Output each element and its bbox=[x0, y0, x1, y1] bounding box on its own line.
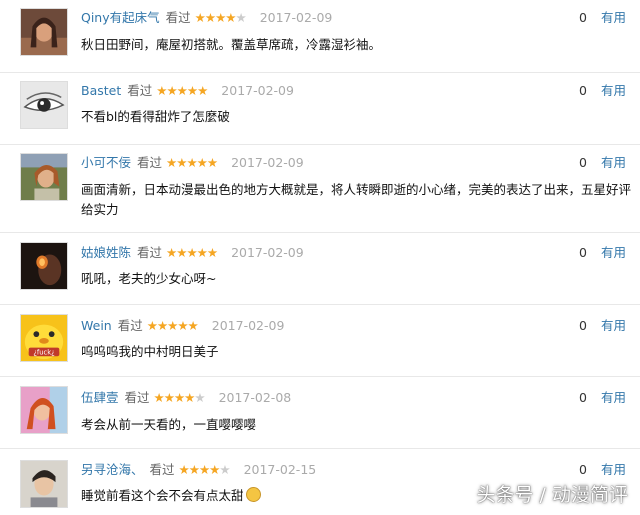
username-link[interactable]: Wein bbox=[81, 318, 112, 333]
avatar[interactable]: ¿fuck¿ bbox=[20, 314, 68, 362]
username-link[interactable]: 伍肆壹 bbox=[81, 390, 119, 405]
avatar[interactable] bbox=[20, 386, 68, 434]
comment-item: 姑娘姓陈 看过 ★★★★★ 2017-02-09 0 有用 吼吼，老夫的少女心呀~ bbox=[0, 232, 640, 305]
comment-date: 2017-02-09 bbox=[211, 318, 285, 333]
watched-label: 看过 bbox=[149, 462, 175, 477]
comment-meta: Bastet 看过 ★★★★★ 2017-02-09 bbox=[81, 82, 294, 100]
username-link[interactable]: 另寻沧海、 bbox=[81, 462, 144, 477]
vote-area: 0 有用 bbox=[579, 461, 626, 479]
vote-area: 0 有用 bbox=[579, 154, 626, 172]
comment-date: 2017-02-09 bbox=[231, 155, 304, 170]
vote-count: 0 bbox=[579, 155, 587, 170]
comment-text: 吼吼，老夫的少女心呀~ bbox=[81, 271, 217, 286]
comment-date: 2017-02-09 bbox=[259, 10, 333, 25]
username-link[interactable]: 姑娘姓陈 bbox=[81, 245, 131, 260]
comment-text: 秋日田野间，庵屋初搭就。覆盖草席疏，冷露湿衫袖。 bbox=[81, 37, 382, 52]
comment-text: 不看bl的看得甜炸了怎麼破 bbox=[81, 109, 230, 124]
vote-count: 0 bbox=[579, 462, 587, 477]
comment-date: 2017-02-09 bbox=[221, 83, 294, 98]
useful-button[interactable]: 有用 bbox=[601, 155, 626, 170]
vote-area: 0 有用 bbox=[579, 244, 626, 262]
comment-text-content: 睡觉前看这个会不会有点太甜 bbox=[81, 488, 244, 503]
rating-stars: ★★★★★ bbox=[166, 155, 218, 170]
comment-meta: Qiny有起床气 看过 ★★★★★ 2017-02-09 bbox=[81, 9, 332, 27]
rating-stars: ★★★★★ bbox=[178, 462, 231, 477]
rating-stars: ★★★★★ bbox=[156, 83, 208, 98]
comment-meta: 姑娘姓陈 看过 ★★★★★ 2017-02-09 bbox=[81, 244, 304, 262]
comment-item: 伍肆壹 看过 ★★★★★ 2017-02-08 0 有用 考会从前一天看的，一直嘤嘤嘤 bbox=[0, 376, 640, 449]
useful-button[interactable]: 有用 bbox=[601, 245, 626, 260]
vote-count: 0 bbox=[579, 318, 587, 333]
comment-meta: 伍肆壹 看过 ★★★★★ 2017-02-08 bbox=[81, 389, 291, 407]
comment-date: 2017-02-08 bbox=[218, 390, 292, 405]
watched-label: 看过 bbox=[137, 245, 163, 260]
avatar[interactable] bbox=[20, 460, 68, 508]
watermark: 头条号 / 动漫简评 bbox=[476, 484, 628, 506]
useful-button[interactable]: 有用 bbox=[601, 462, 626, 477]
useful-button[interactable]: 有用 bbox=[601, 390, 626, 405]
comment-meta: 另寻沧海、 看过 ★★★★★ 2017-02-15 bbox=[81, 461, 316, 479]
comment-meta: 小可不佞 看过 ★★★★★ 2017-02-09 bbox=[81, 154, 304, 172]
comment-text: 考会从前一天看的，一直嘤嘤嘤 bbox=[81, 417, 257, 432]
useful-button[interactable]: 有用 bbox=[601, 83, 626, 98]
useful-button[interactable]: 有用 bbox=[601, 318, 626, 333]
rating-stars: ★★★★★ bbox=[194, 10, 247, 25]
watched-label: 看过 bbox=[127, 83, 153, 98]
avatar[interactable] bbox=[20, 81, 68, 129]
comment-item: ¿fuck¿ Wein 看过 ★★★★★ 2017-02-09 0 有用 呜呜呜我的中村… bbox=[0, 304, 640, 377]
vote-area: 0 有用 bbox=[579, 317, 626, 335]
vote-count: 0 bbox=[579, 10, 587, 25]
comment-date: 2017-02-09 bbox=[231, 245, 304, 260]
comment-item: Bastet 看过 ★★★★★ 2017-02-09 0 有用 不看bl的看得甜炸了怎麼… bbox=[0, 72, 640, 145]
vote-count: 0 bbox=[579, 390, 587, 405]
vote-area: 0 有用 bbox=[579, 389, 626, 407]
watched-label: 看过 bbox=[117, 318, 143, 333]
comment-text: 画面清新，日本动漫最出色的地方大概就是，将人转瞬即逝的小心绪，完美的表达了出来，… bbox=[81, 182, 632, 217]
rating-stars: ★★★★★ bbox=[153, 390, 206, 405]
vote-area: 0 有用 bbox=[579, 82, 626, 100]
comment-meta: Wein 看过 ★★★★★ 2017-02-09 bbox=[81, 317, 284, 335]
rating-stars: ★★★★★ bbox=[166, 245, 218, 260]
username-link[interactable]: Qiny有起床气 bbox=[81, 10, 160, 25]
comment-date: 2017-02-15 bbox=[243, 462, 317, 477]
useful-button[interactable]: 有用 bbox=[601, 10, 626, 25]
username-link[interactable]: 小可不佞 bbox=[81, 155, 131, 170]
vote-count: 0 bbox=[579, 83, 587, 98]
rating-stars: ★★★★★ bbox=[146, 318, 199, 333]
watched-label: 看过 bbox=[124, 390, 150, 405]
avatar[interactable] bbox=[20, 153, 68, 201]
comment-item: Qiny有起床气 看过 ★★★★★ 2017-02-09 0 有用 秋日田野间，庵屋初搭… bbox=[0, 0, 640, 73]
watched-label: 看过 bbox=[137, 155, 163, 170]
avatar[interactable] bbox=[20, 8, 68, 56]
comment-item: 小可不佞 看过 ★★★★★ 2017-02-09 0 有用 画面清新，日本动漫最出色的地… bbox=[0, 144, 640, 233]
avatar-sticker-text: ¿fuck¿ bbox=[33, 348, 55, 356]
watched-label: 看过 bbox=[165, 10, 191, 25]
grin-emoji-icon bbox=[245, 487, 261, 502]
avatar[interactable] bbox=[20, 242, 68, 290]
username-link[interactable]: Bastet bbox=[81, 83, 121, 98]
vote-count: 0 bbox=[579, 245, 587, 260]
vote-area: 0 有用 bbox=[579, 9, 626, 27]
comment-text: 呜呜呜我的中村明日美子 bbox=[81, 344, 219, 359]
